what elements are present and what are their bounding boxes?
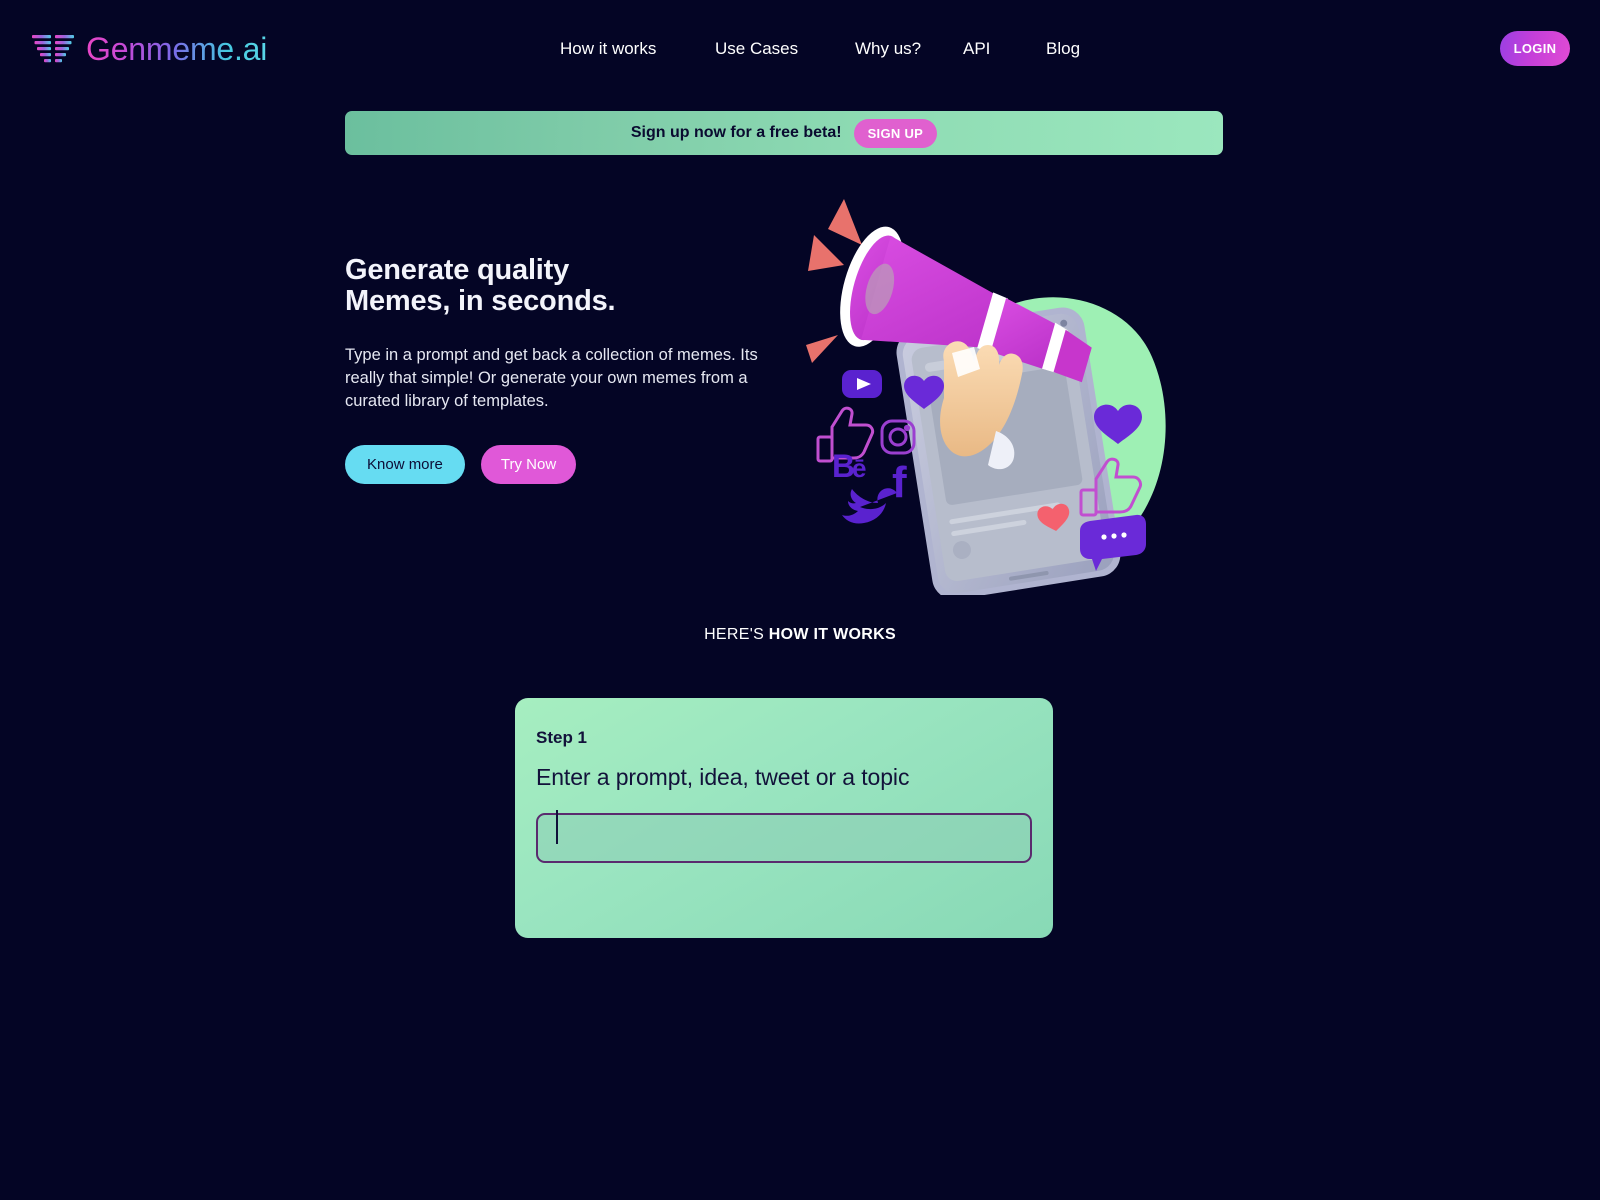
how-it-works-label: HERE'S HOW IT WORKS: [0, 626, 1600, 644]
nav-item-use-cases[interactable]: Use Cases: [715, 36, 855, 62]
login-button[interactable]: LOGIN: [1500, 31, 1570, 66]
text-cursor: [556, 810, 558, 844]
step-title: Enter a prompt, idea, tweet or a topic: [536, 764, 910, 790]
know-more-button[interactable]: Know more: [345, 444, 465, 484]
behance-icon: B ē: [832, 448, 866, 484]
hero-title-line-1: Generate quality: [345, 254, 570, 286]
how-it-works-label-light: HERE'S: [704, 626, 769, 643]
main-navigation: How it works Use Cases Why us? API Blog: [560, 36, 1106, 62]
youtube-icon: [842, 370, 882, 398]
nav-item-api[interactable]: API: [963, 36, 1046, 62]
step-number-label: Step 1: [536, 728, 588, 747]
nav-item-blog[interactable]: Blog: [1046, 36, 1106, 62]
signup-button[interactable]: SIGN UP: [853, 118, 938, 148]
try-now-button[interactable]: Try Now: [480, 444, 577, 484]
step-1-card: Step 1 Enter a prompt, idea, tweet or a …: [515, 698, 1053, 938]
hero-subtitle: Type in a prompt and get back a collecti…: [345, 345, 758, 411]
genmeme-triangle-logo-icon: [32, 35, 74, 63]
signup-banner-text: Sign up now for a free beta!: [630, 124, 842, 141]
hero-section: Generate quality Memes, in seconds. Type…: [345, 254, 795, 484]
megaphone-hand-phone-illustration-icon: B ē f: [806, 199, 1166, 595]
hero-title: Generate quality Memes, in seconds.: [345, 254, 795, 318]
facebook-icon: f: [892, 458, 907, 507]
site-header: Genmeme.ai How it works Use Cases Why us…: [0, 0, 1600, 98]
twitter-icon: [842, 488, 897, 524]
brand-logo[interactable]: Genmeme.ai: [32, 26, 267, 72]
hand-illustration: [940, 341, 1023, 470]
svg-text:f: f: [892, 458, 907, 507]
nav-item-why-us[interactable]: Why us?: [855, 36, 963, 62]
svg-text:ē: ē: [852, 453, 866, 483]
nav-item-how-it-works[interactable]: How it works: [560, 36, 715, 62]
hero-actions: Know more Try Now: [345, 444, 795, 484]
signup-banner: Sign up now for a free beta! SIGN UP: [345, 111, 1223, 155]
how-it-works-label-bold: HOW IT WORKS: [768, 626, 896, 643]
hero-illustration: B ē f: [800, 185, 1190, 595]
hero-title-line-2: Memes, in seconds.: [345, 285, 616, 318]
brand-name: Genmeme.ai: [86, 31, 268, 67]
prompt-input[interactable]: [536, 813, 1032, 863]
